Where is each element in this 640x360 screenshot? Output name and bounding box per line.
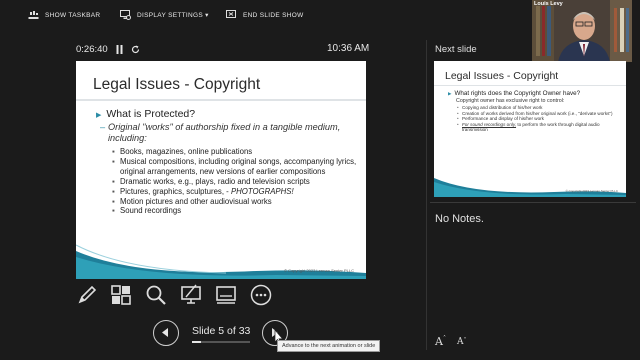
- display-settings-button[interactable]: DISPLAY SETTINGS ▾: [120, 10, 209, 20]
- pen-icon[interactable]: [76, 284, 98, 306]
- all-slides-icon[interactable]: [110, 284, 132, 306]
- list-item: ▪ Sound recordings: [112, 206, 182, 216]
- reset-icon[interactable]: [131, 45, 140, 54]
- end-show-icon: [226, 10, 236, 18]
- slide-subbullet-text: Original "works" of authorship fixed in …: [108, 122, 341, 143]
- pane-divider[interactable]: [426, 40, 427, 350]
- next-slide-label: Next slide: [435, 44, 477, 55]
- bullet-arrow-icon: ▶: [96, 112, 102, 119]
- list-item-text: Motion pictures and other audiovisual wo…: [120, 196, 272, 206]
- dash-icon: –: [100, 122, 106, 132]
- presenter-name: Louis Levy: [534, 1, 563, 7]
- list-item: • For sound recordings only, to perform t…: [457, 121, 600, 133]
- next-slide-bullet-text: What rights does the Copyright Owner hav…: [454, 90, 581, 97]
- list-item-text: Performance and display of his/her work: [462, 116, 544, 122]
- more-icon[interactable]: [250, 284, 272, 306]
- list-item-text: Sound recordings: [120, 206, 182, 216]
- next-button-tooltip: Advance to the next animation or slide: [277, 340, 381, 352]
- list-item: ▪ Motion pictures and other audiovisual w…: [112, 196, 272, 206]
- previous-slide-button[interactable]: [153, 320, 179, 346]
- slide-counter[interactable]: Slide 5 of 33: [192, 325, 250, 337]
- list-item: ▪ Pictures, graphics, sculptures, - PHOTO…: [112, 186, 294, 196]
- list-item-text: Books, magazines, online publications: [120, 147, 253, 156]
- list-item-emphasis: PHOTOGRAPHS!: [230, 186, 294, 196]
- zoom-icon[interactable]: [145, 284, 167, 306]
- slide-swoosh-decoration: [76, 244, 366, 279]
- slide-item-list: ▪ Books, magazines, online publications ▪…: [112, 147, 360, 216]
- slide-progress-fill: [192, 341, 201, 343]
- list-item-underline: For sound recordings only,: [462, 121, 517, 127]
- list-item: ▪ Books, magazines, online publications: [112, 147, 253, 156]
- elapsed-timer: 0:26:40: [76, 44, 108, 55]
- font-increase-button[interactable]: A˄: [435, 335, 446, 348]
- clock: 10:36 AM: [327, 43, 370, 54]
- current-slide[interactable]: Legal Issues - Copyright ▶ What is Protec…: [76, 61, 366, 279]
- end-slide-show-button[interactable]: END SLIDE SHOW: [226, 10, 304, 20]
- show-taskbar-label: SHOW TASKBAR: [45, 11, 101, 19]
- slide-bullet-text: What is Protected?: [106, 108, 196, 120]
- title-rule: [76, 99, 366, 101]
- slide-copyright: © Copyright 2023 Lerman Senter PLLC: [284, 268, 354, 273]
- end-slide-show-label: END SLIDE SHOW: [243, 11, 304, 19]
- font-decrease-button[interactable]: A˅: [457, 337, 467, 347]
- next-slide-preview[interactable]: Legal Issues - Copyright ▶ What rights do…: [434, 61, 626, 197]
- list-item-text: Musical compositions, including original…: [120, 156, 357, 176]
- display-settings-label: DISPLAY SETTINGS ▾: [137, 12, 209, 19]
- presenter-video: Louis Levy: [532, 0, 632, 62]
- speaker-notes: No Notes.: [435, 213, 484, 225]
- next-slide-subbullet-text: Copyright owner has exclusive right to c…: [456, 98, 565, 104]
- pointer-icon[interactable]: [180, 284, 202, 306]
- list-item-text: Copying and distribution of his/her work: [462, 105, 543, 110]
- slide-bullet: ▶ What is Protected?: [96, 108, 195, 120]
- list-item-text: Creation of works derived from his/her o…: [462, 110, 613, 116]
- next-slide-bullet: ▶ What rights does the Copyright Owner ha…: [448, 90, 580, 97]
- bullet-arrow-icon: ▶: [448, 91, 452, 96]
- slide-title: Legal Issues - Copyright: [93, 76, 261, 93]
- presenter-video-image: [532, 0, 632, 62]
- list-item-text: Pictures, graphics, sculptures, -: [120, 186, 231, 196]
- subtitle-icon[interactable]: [215, 284, 237, 306]
- font-increase-label: A: [435, 335, 443, 348]
- next-slide-swoosh-decoration: [434, 178, 626, 197]
- next-slide-subbullet: Copyright owner has exclusive right to c…: [456, 98, 564, 104]
- next-slide-copyright: © Copyright 2023 Lerman Senter PLLC: [565, 189, 618, 193]
- list-item-text: Dramatic works, e.g., plays, radio and t…: [120, 176, 310, 186]
- list-item: ▪ Musical compositions, including origina…: [112, 156, 357, 176]
- prev-icon: [162, 328, 168, 337]
- next-slide-title: Legal Issues - Copyright: [445, 70, 559, 82]
- taskbar-icon: [28, 11, 39, 19]
- notes-divider[interactable]: [430, 202, 636, 203]
- list-item: ▪ Dramatic works, e.g., plays, radio and …: [112, 176, 310, 186]
- show-taskbar-button[interactable]: SHOW TASKBAR: [28, 10, 100, 20]
- display-icon: [120, 10, 131, 20]
- next-title-rule: [434, 85, 626, 86]
- pause-icon[interactable]: [116, 45, 123, 54]
- next-slide-item-list: • Copying and distribution of his/her wor…: [457, 105, 620, 133]
- slide-progress-bar: [192, 341, 250, 343]
- slide-subbullet: – Original "works" of authorship fixed in…: [100, 122, 358, 144]
